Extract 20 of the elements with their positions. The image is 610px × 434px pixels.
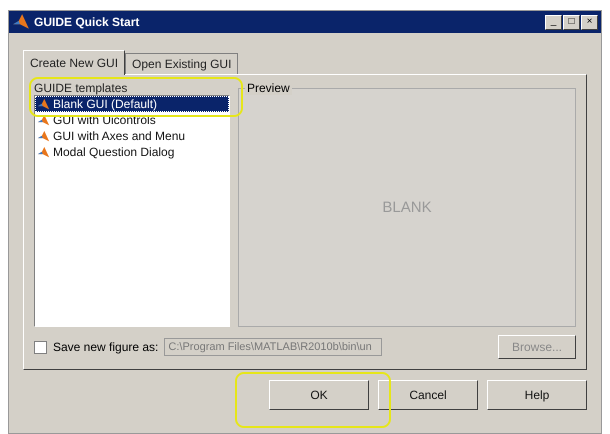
- matlab-logo-icon: [12, 13, 30, 31]
- group-title: Preview: [245, 81, 292, 95]
- dialog-button[interactable]: Help: [487, 380, 587, 410]
- preview-text: BLANK: [382, 199, 432, 216]
- matlab-logo-icon: [37, 130, 50, 142]
- dialog-button[interactable]: OK: [269, 380, 369, 410]
- window-control-button[interactable]: □: [563, 14, 580, 30]
- tab[interactable]: Open Existing GUI: [125, 53, 238, 74]
- list-title: GUIDE templates: [34, 81, 128, 95]
- matlab-logo-icon: [37, 146, 50, 158]
- template-item[interactable]: Blank GUI (Default): [35, 96, 229, 112]
- window-title: GUIDE Quick Start: [34, 15, 140, 29]
- matlab-logo-icon: [37, 98, 50, 110]
- template-item[interactable]: GUI with Axes and Menu: [35, 128, 229, 144]
- template-item[interactable]: Modal Question Dialog: [35, 144, 229, 160]
- tab[interactable]: Create New GUI: [23, 50, 126, 75]
- window-control-button[interactable]: ×: [581, 14, 598, 30]
- checkbox-label: Save new figure as:: [53, 340, 158, 354]
- window-control-button[interactable]: _: [545, 14, 562, 30]
- dialog-button[interactable]: Cancel: [378, 380, 478, 410]
